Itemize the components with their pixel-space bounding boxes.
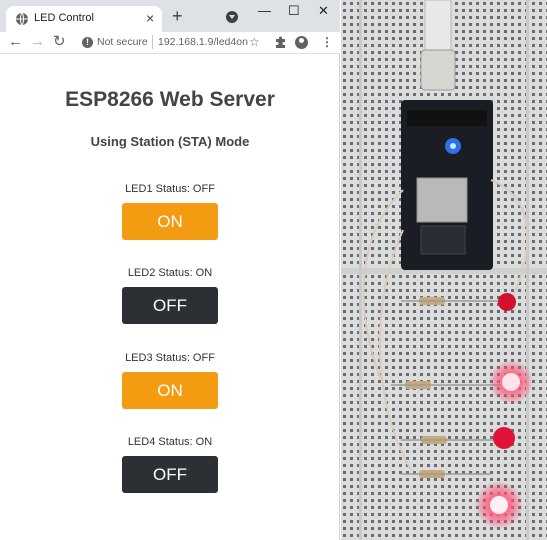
led2-status: LED2 Status: ON [127, 267, 213, 279]
browser-window: LED Control × + — ☐ ✕ ← → ↻ ! Not secure… [0, 0, 340, 540]
led4-bulb [475, 481, 523, 529]
led4-control: LED4 Status: ON OFF [0, 436, 340, 516]
led2-control: LED2 Status: ON OFF [0, 267, 340, 347]
minimize-icon[interactable]: — [258, 3, 271, 19]
profile-icon[interactable] [295, 36, 308, 49]
led3-status: LED3 Status: OFF [125, 352, 215, 364]
back-icon[interactable]: ← [8, 33, 23, 51]
tab-search-icon[interactable] [226, 11, 238, 23]
led3-toggle-button[interactable]: ON [122, 372, 218, 409]
reload-icon[interactable]: ↻ [53, 33, 66, 51]
usb-cable [420, 0, 456, 91]
security-label: Not secure [97, 36, 148, 48]
new-tab-button[interactable]: + [172, 6, 183, 26]
address-bar[interactable]: ! Not secure 192.168.1.9/led4on [76, 33, 266, 52]
led4-status: LED4 Status: ON [127, 436, 213, 448]
url-text[interactable]: 192.168.1.9/led4on [158, 36, 248, 48]
star-icon[interactable]: ☆ [249, 35, 260, 49]
tab-strip: LED Control × + — ☐ ✕ [0, 0, 340, 32]
led1-control: LED1 Status: OFF ON [0, 183, 340, 263]
led1-status: LED1 Status: OFF [125, 183, 215, 195]
info-warning-icon[interactable]: ! [82, 37, 93, 48]
led4-toggle-button[interactable]: OFF [122, 456, 218, 493]
led3-bulb [493, 427, 515, 449]
nodemcu-board [401, 100, 493, 270]
page-title: ESP8266 Web Server [65, 88, 275, 111]
led3-control: LED3 Status: OFF ON [0, 352, 340, 432]
forward-icon[interactable]: → [30, 33, 45, 51]
address-divider [152, 35, 153, 49]
page-subtitle: Using Station (STA) Mode [90, 134, 250, 149]
tab-led-control[interactable]: LED Control × [6, 6, 162, 32]
web-page: ESP8266 Web Server Using Station (STA) M… [0, 55, 340, 540]
menu-icon[interactable]: ⋮ [321, 35, 333, 49]
led2-toggle-button[interactable]: OFF [122, 287, 218, 324]
tab-close-icon[interactable]: × [146, 10, 154, 26]
maximize-icon[interactable]: ☐ [288, 3, 300, 19]
led2-bulb [489, 360, 533, 404]
puzzle-icon[interactable] [274, 36, 286, 49]
breadboard-photo [341, 0, 547, 540]
tab-title: LED Control [34, 12, 94, 24]
led1-toggle-button[interactable]: ON [122, 203, 218, 240]
close-window-icon[interactable]: ✕ [318, 3, 329, 19]
globe-icon [16, 12, 28, 26]
browser-toolbar: ← → ↻ ! Not secure 192.168.1.9/led4on ☆ … [0, 32, 340, 54]
led1-bulb [498, 293, 516, 311]
